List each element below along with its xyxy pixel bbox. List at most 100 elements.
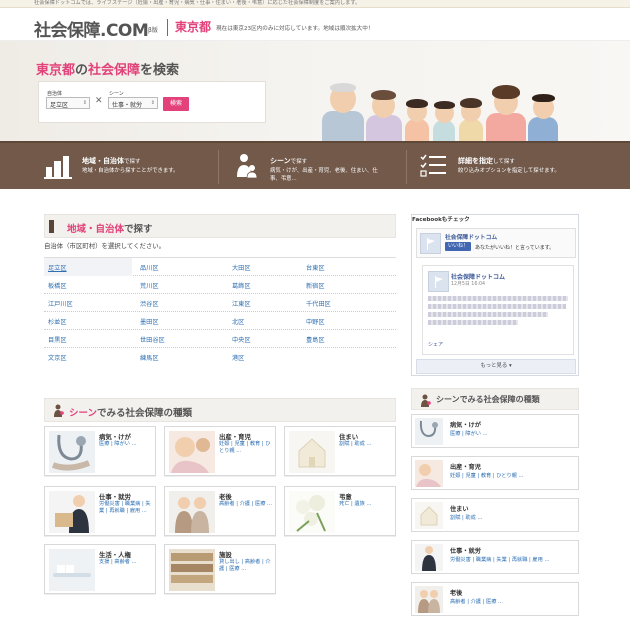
area-section-title-kw: 地域・自治体: [67, 224, 125, 235]
municipality-link[interactable]: 板橋区: [48, 281, 67, 290]
feature-detail-search[interactable]: 詳細を指定して探す 絞り込みオプションを指定して探せます。: [420, 143, 609, 191]
feature-desc: 地域・自治体から探すことができます。: [82, 168, 179, 174]
area-section-title: 地域・自治体で探す: [67, 221, 153, 235]
scene-card-housing[interactable]: 住まい 割賦 | 助成 ...: [284, 426, 396, 476]
scene-card-life[interactable]: 生活・人権 支援 | 高齢者 ...: [44, 544, 156, 594]
elderly-couple-image: [169, 491, 215, 533]
scene-card-tags[interactable]: 労働災害 | 職業病 | 失業 | 再就職 | 雇用 ...: [99, 501, 155, 515]
scene-card-tags[interactable]: 割賦 | 助成 ...: [339, 441, 395, 448]
scene-card-tags[interactable]: 死亡 | 遺族 ...: [339, 501, 395, 508]
site-logo[interactable]: 社会保障.COM: [34, 16, 149, 41]
municipality-link[interactable]: 中野区: [306, 317, 325, 326]
municipality-select[interactable]: 足立区: [46, 97, 90, 109]
facebook-post-thumb[interactable]: [428, 271, 449, 292]
flag-icon: [427, 238, 435, 250]
scene-card-tags[interactable]: 貸し出し | 高齢者 | 介護 | 医療 ...: [219, 559, 275, 573]
library-image: [169, 549, 215, 591]
scene-card-work[interactable]: 仕事・就労 労働災害 | 職業病 | 失業 | 再就職 | 雇用 ...: [44, 486, 156, 536]
side-card-tags[interactable]: 割賦 | 助成 ...: [450, 514, 482, 521]
side-card-retirement[interactable]: 老後 高齢者 | 介護 | 医療 ...: [411, 582, 579, 616]
municipality-link[interactable]: 港区: [232, 353, 244, 362]
house-image: [289, 431, 335, 473]
feature-title-main: 詳細を指定: [458, 157, 493, 165]
municipality-link[interactable]: 品川区: [140, 263, 159, 272]
side-card-tags[interactable]: 労働災害 | 職業病 | 失業 | 再就職 | 雇用 ...: [450, 556, 549, 563]
municipality-link[interactable]: 杉並区: [48, 317, 67, 326]
hero-title: 東京都の社会保障を検索: [36, 59, 179, 78]
municipality-link[interactable]: 足立区: [48, 263, 67, 272]
municipality-link[interactable]: 葛飾区: [232, 281, 251, 290]
scene-card-tags[interactable]: 高齢者 | 介護 | 医療 ...: [219, 501, 275, 508]
feature-scene-search[interactable]: シーンで探す 病気・けが、出産・育児、老後、住まい、仕事、弔意...: [232, 143, 421, 191]
side-card-illness[interactable]: 病気・けが 医療 | 障がい ...: [411, 414, 579, 448]
side-card-childbirth[interactable]: 出産・育児 妊娠 | 児童 | 教育 | ひとり親 ...: [411, 456, 579, 490]
white-flowers-image: [289, 491, 335, 533]
feature-area-search[interactable]: 地域・自治体で探す 地域・自治体から探すことができます。: [44, 143, 233, 191]
side-card-tags[interactable]: 高齢者 | 介護 | 医療 ...: [450, 598, 503, 605]
area-section-heading: 地域・自治体で探す: [44, 214, 396, 238]
side-card-housing[interactable]: 住まい 割賦 | 助成 ...: [411, 498, 579, 532]
table-row: 板橋区 荒川区 葛飾区 新宿区: [44, 276, 396, 294]
feature-title-suffix: で探す: [124, 159, 141, 165]
side-card-title: 老後: [450, 590, 463, 597]
checklist-icon: [420, 154, 446, 177]
scene-card-title: 施設: [219, 551, 232, 559]
municipality-link[interactable]: 台東区: [306, 263, 325, 272]
post-text-line: [428, 312, 548, 317]
municipality-link[interactable]: 豊島区: [306, 335, 325, 344]
municipality-link[interactable]: 千代田区: [306, 299, 331, 308]
feature-title-suffix: で探す: [290, 159, 308, 165]
municipality-link[interactable]: 目黒区: [48, 335, 67, 344]
municipality-link[interactable]: 世田谷区: [140, 335, 165, 344]
scene-section-title: シーンでみる社会保障の種類: [69, 405, 192, 419]
scene-card-title: 老後: [219, 493, 232, 501]
table-row: 足立区 品川区 大田区 台東区: [44, 258, 396, 276]
municipality-link[interactable]: 練馬区: [140, 353, 159, 362]
scene-card-title: 弔意: [339, 493, 352, 501]
scene-select[interactable]: 仕事・就労: [108, 97, 158, 109]
municipality-link[interactable]: 北区: [232, 317, 244, 326]
section-bar-icon: [49, 220, 54, 233]
municipality-link[interactable]: 文京区: [48, 353, 67, 362]
facebook-post-date[interactable]: 12月5日 16:04: [451, 280, 485, 287]
side-card-work[interactable]: 仕事・就労 労働災害 | 職業病 | 失業 | 再就職 | 雇用 ...: [411, 540, 579, 574]
municipality-link[interactable]: 中央区: [232, 335, 251, 344]
scene-card-childbirth[interactable]: 出産・育児 妊娠 | 児童 | 教育 | ひとり親 ...: [164, 426, 276, 476]
scene-card-illness[interactable]: 病気・けが 医療 | 障がい ...: [44, 426, 156, 476]
municipality-link[interactable]: 墨田区: [140, 317, 159, 326]
stethoscope-image: [49, 431, 95, 473]
side-card-tags[interactable]: 医療 | 障がい ...: [450, 430, 488, 437]
beta-badge: β版: [148, 27, 158, 34]
facebook-like-button[interactable]: いいね！: [445, 242, 472, 251]
facebook-more-button[interactable]: もっと見る ▾: [416, 359, 576, 374]
scene-card-facilities[interactable]: 施設 貸し出し | 高齢者 | 介護 | 医療 ...: [164, 544, 276, 594]
scene-card-title: 仕事・就労: [99, 493, 131, 501]
municipality-link[interactable]: 大田区: [232, 263, 251, 272]
municipality-link[interactable]: 新宿区: [306, 281, 325, 290]
municipality-link[interactable]: 江東区: [232, 299, 251, 308]
side-card-tags[interactable]: 妊娠 | 児童 | 教育 | ひとり親 ...: [450, 472, 523, 479]
scene-card-tags[interactable]: 支援 | 高齢者 ...: [99, 559, 155, 566]
buildings-icon: [44, 156, 72, 179]
scene-card-tags[interactable]: 妊娠 | 児童 | 教育 | ひとり親 ...: [219, 441, 275, 455]
facebook-page-thumb[interactable]: [420, 233, 441, 254]
family-icon: [421, 394, 431, 407]
header-divider: [167, 19, 168, 36]
area-intro: 自治体（市区町村）を選択してください。: [44, 242, 166, 250]
municipality-link[interactable]: 荒川区: [140, 281, 159, 290]
facebook-share-link[interactable]: シェア: [428, 341, 443, 348]
elderly-couple-image: [415, 586, 443, 613]
scene-card-tags[interactable]: 医療 | 障がい ...: [99, 441, 155, 448]
feature-divider: [406, 150, 407, 184]
search-button[interactable]: 検索: [163, 97, 189, 111]
scene-card-condolence[interactable]: 弔意 死亡 | 遺族 ...: [284, 486, 396, 536]
scene-card-retirement[interactable]: 老後 高齢者 | 介護 | 医療 ...: [164, 486, 276, 536]
feature-title: シーンで探す: [270, 156, 307, 166]
worker-image: [49, 491, 95, 533]
municipality-link[interactable]: 江戸川区: [48, 299, 73, 308]
scene-section-title-end: でみる社会保障の種類: [97, 408, 193, 419]
side-card-title: 仕事・就労: [450, 548, 481, 555]
municipality-link[interactable]: 渋谷区: [140, 299, 159, 308]
facebook-page-name[interactable]: 社会保障ドットコム: [445, 232, 497, 241]
site-header: 社会保障.COM β版 東京都 現在は東京23区内のみに対応しています。地域は順…: [0, 9, 630, 41]
